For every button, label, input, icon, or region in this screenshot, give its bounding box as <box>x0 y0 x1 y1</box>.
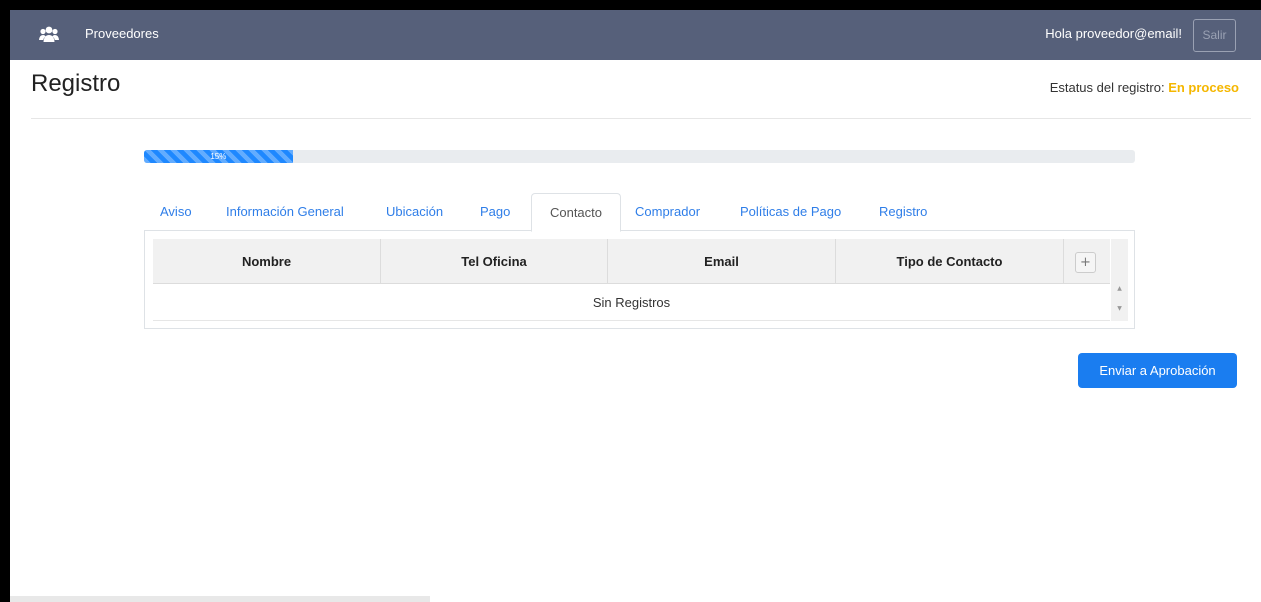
tab-pago[interactable]: Pago <box>480 193 510 231</box>
tab-informacion-general[interactable]: Información General <box>226 193 344 231</box>
send-for-approval-button[interactable]: Enviar a Aprobación <box>1078 353 1237 388</box>
scroll-down-arrow-icon[interactable]: ▼ <box>1111 305 1128 312</box>
header-divider <box>31 118 1251 119</box>
tab-ubicacion[interactable]: Ubicación <box>386 193 443 231</box>
add-contact-button[interactable]: + <box>1075 252 1096 273</box>
tab-bar: Aviso Información General Ubicación Pago… <box>144 193 1135 232</box>
user-greeting: Hola proveedor@email! <box>1045 26 1182 41</box>
tab-contacto[interactable]: Contacto <box>531 193 621 232</box>
tab-politicas-de-pago[interactable]: Políticas de Pago <box>740 193 841 231</box>
progress-fill: 15% <box>144 150 293 163</box>
status-label: Estatus del registro: <box>1049 80 1165 95</box>
column-header-nombre: Nombre <box>153 239 381 284</box>
table-header: Nombre Tel Oficina Email Tipo de Contact… <box>153 239 1110 284</box>
page-title: Registro <box>31 70 121 97</box>
top-navbar: Proveedores Hola proveedor@email! Salir <box>10 10 1261 60</box>
horizontal-scrollbar[interactable] <box>10 596 430 602</box>
app-window: Proveedores Hola proveedor@email! Salir … <box>10 10 1261 602</box>
users-icon <box>39 26 59 42</box>
column-header-tel-oficina: Tel Oficina <box>381 239 608 284</box>
tab-aviso[interactable]: Aviso <box>160 193 192 231</box>
tab-registro[interactable]: Registro <box>879 193 927 231</box>
column-header-email: Email <box>608 239 836 284</box>
table-scrollbar[interactable]: ▲ ▼ <box>1111 239 1128 321</box>
brand-label[interactable]: Proveedores <box>85 26 159 41</box>
column-header-tipo-de-contacto: Tipo de Contacto <box>836 239 1064 284</box>
scroll-up-arrow-icon[interactable]: ▲ <box>1111 285 1128 292</box>
status-value: En proceso <box>1168 80 1239 95</box>
registration-status: Estatus del registro: En proceso <box>1050 80 1239 95</box>
logout-button[interactable]: Salir <box>1193 19 1236 52</box>
tab-comprador[interactable]: Comprador <box>635 193 700 231</box>
empty-table-row: Sin Registros <box>153 284 1110 321</box>
progress-bar: 15% <box>144 150 1135 163</box>
contacts-table: Nombre Tel Oficina Email Tipo de Contact… <box>144 231 1135 329</box>
